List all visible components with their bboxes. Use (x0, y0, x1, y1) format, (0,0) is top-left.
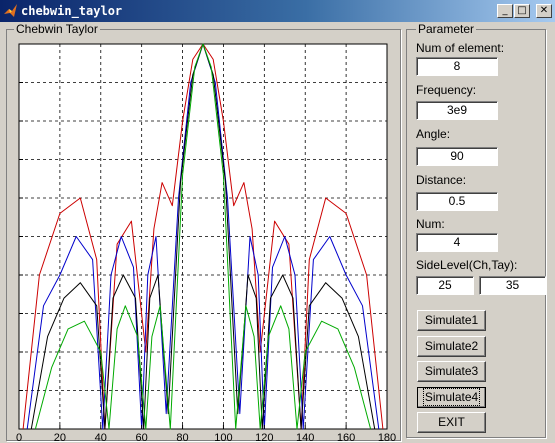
angle-label: Angle: (416, 127, 451, 141)
minimize-button[interactable]: _ (497, 4, 513, 18)
window-title: chebwin_taylor (21, 4, 123, 18)
distance-input[interactable]: 0.5 (416, 192, 498, 211)
num-element-input[interactable]: 8 (416, 57, 498, 76)
sidelevel-label: SideLevel(Ch,Tay): (416, 258, 518, 272)
x-tick-label: 100 (214, 432, 232, 443)
simulate2-button[interactable]: Simulate2 (417, 336, 486, 357)
sidelevel-taylor-input[interactable]: 35 (479, 276, 546, 295)
x-tick-label: 180 (378, 432, 396, 443)
matlab-icon (4, 4, 17, 17)
simulate4-label: Simulate4 (422, 388, 481, 406)
title-bar: chebwin_taylor _ □ ✕ (0, 0, 555, 22)
x-tick-label: 120 (255, 432, 273, 443)
maximize-button[interactable]: □ (514, 4, 530, 18)
simulate1-button[interactable]: Simulate1 (417, 310, 486, 331)
x-tick-label: 0 (16, 432, 22, 443)
distance-label: Distance: (416, 173, 467, 187)
angle-input[interactable]: 90 (416, 147, 498, 166)
parameter-panel-label: Parameter (416, 22, 477, 36)
num-label: Num: (416, 217, 445, 231)
pattern-chart: 0 20 40 60 80 100 120 140 160 180 (16, 43, 396, 443)
sidelevel-cheb-input[interactable]: 25 (416, 276, 474, 295)
simulate4-button[interactable]: Simulate4 (417, 387, 486, 408)
x-tick-label: 60 (136, 432, 148, 443)
num-input[interactable]: 4 (416, 233, 498, 252)
x-tick-label: 80 (176, 432, 188, 443)
x-tick-label: 140 (296, 432, 314, 443)
num-element-label: Num of element: (416, 41, 505, 55)
exit-button[interactable]: EXIT (417, 412, 486, 433)
frequency-input[interactable]: 3e9 (416, 101, 498, 120)
x-tick-label: 160 (337, 432, 355, 443)
frequency-label: Frequency: (416, 83, 477, 97)
x-tick-label: 40 (95, 432, 107, 443)
close-button[interactable]: ✕ (536, 4, 552, 18)
x-tick-label: 20 (54, 432, 66, 443)
simulate3-button[interactable]: Simulate3 (417, 361, 486, 382)
